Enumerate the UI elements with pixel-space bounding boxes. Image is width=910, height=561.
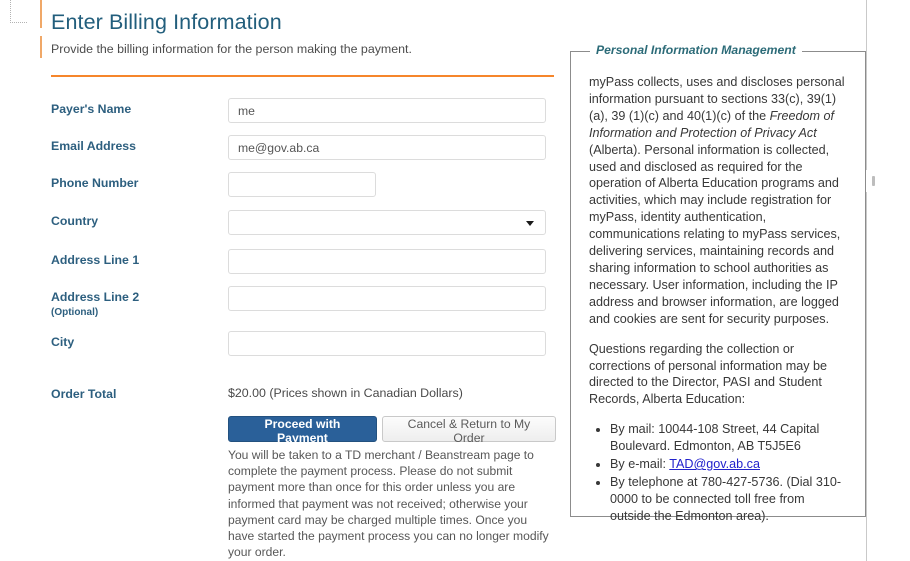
address-line-2-input[interactable]	[228, 286, 546, 311]
pim-body: myPass collects, uses and discloses pers…	[571, 52, 865, 525]
form-row-actions: Proceed with Payment Cancel & Return to …	[51, 416, 556, 560]
label-address-line-2-text: Address Line 2	[51, 290, 140, 304]
address-line-1-input[interactable]	[228, 249, 546, 274]
section-divider	[51, 75, 554, 77]
form-row-country: Country	[51, 210, 556, 235]
label-phone-number: Phone Number	[51, 176, 139, 190]
button-bar: Proceed with Payment Cancel & Return to …	[228, 416, 556, 445]
label-country: Country	[51, 214, 99, 228]
form-row-address-line-1: Address Line 1	[51, 249, 556, 274]
country-select[interactable]	[228, 210, 546, 235]
page-title: Enter Billing Information	[51, 10, 282, 34]
label-city: City	[51, 335, 75, 349]
page-subtitle: Provide the billing information for the …	[51, 42, 412, 56]
pim-paragraph-1: myPass collects, uses and discloses pers…	[589, 74, 847, 328]
form-row-email-address: Email Address	[51, 135, 556, 160]
form-row-address-line-2: Address Line 2 (Optional)	[51, 286, 556, 319]
form-row-order-total: Order Total $20.00 (Prices shown in Cana…	[51, 383, 556, 402]
payment-note: You will be taken to a TD merchant / Bea…	[228, 448, 549, 560]
label-address-line-2-optional: (Optional)	[51, 307, 99, 318]
label-address-line-1: Address Line 1	[51, 253, 140, 267]
form-row-phone-number: Phone Number	[51, 172, 556, 197]
list-item: By e-mail: TAD@gov.ab.ca	[610, 456, 847, 473]
pim-p1-part-b: (Alberta). Personal information is colle…	[589, 142, 841, 326]
form-row-city: City	[51, 331, 556, 356]
pim-email-prefix: By e-mail:	[610, 457, 670, 472]
list-item: By telephone at 780-427-5736. (Dial 310-…	[610, 474, 847, 525]
personal-information-management-panel: Personal Information Management myPass c…	[570, 43, 866, 523]
phone-number-input[interactable]	[228, 172, 376, 197]
page-corner-artifact	[10, 0, 27, 23]
scrollbar-nub[interactable]	[872, 176, 875, 186]
pim-legend: Personal Information Management	[590, 43, 802, 57]
label-order-total: Order Total	[51, 387, 117, 401]
label-payers-name: Payer's Name	[51, 102, 132, 116]
actions-label-spacer	[51, 416, 228, 420]
proceed-with-payment-button[interactable]: Proceed with Payment	[228, 416, 377, 445]
payers-name-input[interactable]	[228, 98, 546, 123]
actions-column: Proceed with Payment Cancel & Return to …	[228, 416, 556, 560]
order-total-value: $20.00 (Prices shown in Canadian Dollars…	[228, 386, 463, 400]
pim-email-link[interactable]: TAD@gov.ab.ca	[669, 457, 760, 471]
city-input[interactable]	[228, 331, 546, 356]
email-address-input[interactable]	[228, 135, 546, 160]
form-row-payers-name: Payer's Name	[51, 98, 556, 123]
content-right-rule	[866, 0, 867, 561]
left-edge-marker-bottom	[40, 36, 42, 58]
cancel-return-to-order-button[interactable]: Cancel & Return to My Order	[381, 416, 556, 445]
pim-paragraph-2: Questions regarding the collection or co…	[589, 341, 827, 407]
label-address-line-2: Address Line 2 (Optional)	[51, 286, 228, 319]
pim-contact-list: By mail: 10044-108 Street, 44 Capital Bo…	[589, 421, 847, 524]
list-item: By mail: 10044-108 Street, 44 Capital Bo…	[610, 421, 847, 455]
country-select-wrapper[interactable]	[228, 210, 546, 235]
billing-form-column: Enter Billing Information Provide the bi…	[51, 0, 556, 560]
label-email-address: Email Address	[51, 139, 136, 153]
left-edge-marker-top	[40, 0, 42, 28]
